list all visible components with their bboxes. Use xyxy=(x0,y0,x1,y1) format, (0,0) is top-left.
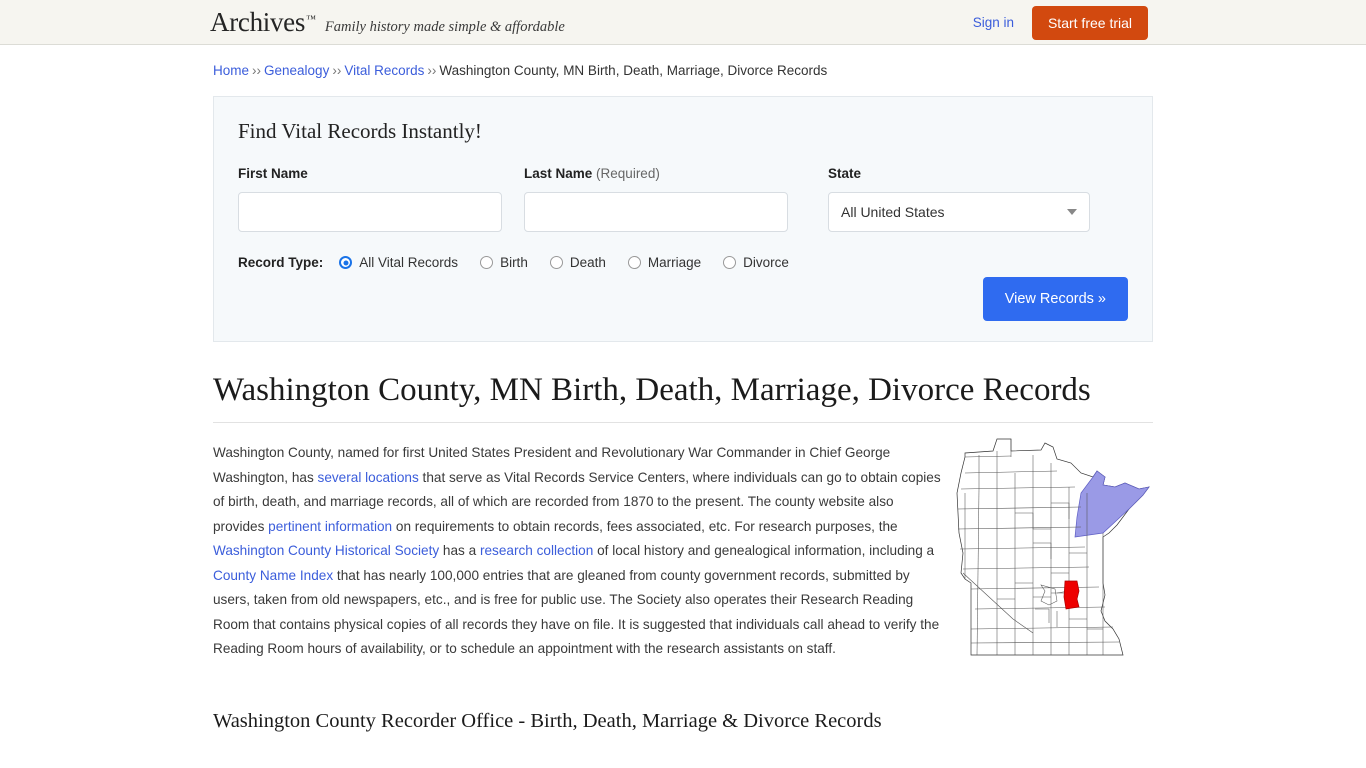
radio-icon-birth xyxy=(480,256,494,269)
record-type-label: Record Type: xyxy=(238,255,324,270)
radio-label-death: Death xyxy=(569,255,606,270)
article-body: Washington County, named for first Unite… xyxy=(213,438,1153,662)
recorder-office-section-title: Washington County Recorder Office - Birt… xyxy=(213,709,882,732)
first-name-input[interactable] xyxy=(238,192,502,232)
search-fields-row: First Name Last Name (Required) State Al… xyxy=(238,166,1128,232)
breadcrumb-separator: ›› xyxy=(252,63,262,78)
state-field-group: State All United States xyxy=(828,166,1090,232)
article-link-research-collection[interactable]: research collection xyxy=(480,543,593,558)
page-content: Home ›› Genealogy ›› Vital Records ›› Washingt… xyxy=(213,45,1153,768)
state-select[interactable]: All United States xyxy=(828,192,1090,232)
radio-death[interactable]: Death xyxy=(549,255,606,270)
radio-all-vital-records[interactable]: All Vital Records xyxy=(339,255,458,270)
article-link-pertinent-information[interactable]: pertinent information xyxy=(268,519,392,534)
last-name-required-note: (Required) xyxy=(596,166,660,181)
breadcrumb-separator: ›› xyxy=(427,63,437,78)
first-name-label: First Name xyxy=(238,166,308,181)
state-label: State xyxy=(828,166,862,181)
brand-name: Archives xyxy=(210,7,306,37)
breadcrumb-item-current: Washington County, MN Birth, Death, Marr… xyxy=(439,63,828,78)
radio-icon-marriage xyxy=(627,256,641,269)
radio-birth[interactable]: Birth xyxy=(480,255,528,270)
site-header: Archives ™ Family history made simple & a… xyxy=(0,0,1366,45)
breadcrumb: Home ›› Genealogy ›› Vital Records ›› Washingt… xyxy=(213,45,1153,80)
minnesota-county-map-image xyxy=(953,433,1153,665)
article-link-historical-society[interactable]: Washington County Historical Society xyxy=(213,543,439,558)
last-name-field-group: Last Name (Required) xyxy=(524,166,788,232)
radio-label-divorce: Divorce xyxy=(743,255,789,270)
breadcrumb-separator: ›› xyxy=(332,63,342,78)
first-name-field-group: First Name xyxy=(238,166,502,232)
view-records-button[interactable]: View Records » xyxy=(982,277,1128,321)
chevron-down-icon xyxy=(1067,209,1077,215)
breadcrumb-item-home[interactable]: Home xyxy=(213,63,249,78)
brand-tagline: Family history made simple & affordable xyxy=(324,19,565,35)
radio-icon-all-vital-records xyxy=(339,256,353,269)
radio-label-marriage: Marriage xyxy=(647,255,702,270)
trademark-icon: ™ xyxy=(306,14,316,25)
radio-label-all-vital-records: All Vital Records xyxy=(359,255,459,270)
last-name-label-text: Last Name xyxy=(524,166,593,181)
article-text-4: has a xyxy=(439,543,480,558)
search-panel-title: Find Vital Records Instantly! xyxy=(238,119,482,143)
article-text-5: of local history and genealogical inform… xyxy=(593,543,935,558)
article-paragraph: Washington County, named for first Unite… xyxy=(213,441,945,662)
last-name-label: Last Name (Required) xyxy=(524,166,788,181)
article-link-county-name-index[interactable]: County Name Index xyxy=(213,568,333,583)
breadcrumb-item-genealogy[interactable]: Genealogy xyxy=(264,63,329,78)
record-type-row: Record Type: All Vital Records Birth Dea… xyxy=(238,255,1128,270)
article-link-several-locations[interactable]: several locations xyxy=(318,470,419,485)
last-name-input[interactable] xyxy=(524,192,788,232)
radio-icon-death xyxy=(549,256,563,269)
start-free-trial-button[interactable]: Start free trial xyxy=(1031,5,1148,40)
article-text-3: on requirements to obtain records, fees … xyxy=(392,518,898,534)
header-actions: Sign in Start free trial xyxy=(973,0,1148,45)
radio-marriage[interactable]: Marriage xyxy=(627,255,702,270)
breadcrumb-item-vital-records[interactable]: Vital Records xyxy=(344,63,424,78)
site-logo[interactable]: Archives ™ Family history made simple & a… xyxy=(210,7,565,38)
sign-in-link[interactable]: Sign in xyxy=(973,15,1014,30)
page-title: Washington County, MN Birth, Death, Marr… xyxy=(213,370,1153,423)
vital-records-search-panel: Find Vital Records Instantly! First Name… xyxy=(213,96,1153,342)
radio-icon-divorce xyxy=(723,256,737,269)
state-select-value: All United States xyxy=(841,204,945,220)
radio-label-birth: Birth xyxy=(500,255,528,270)
radio-divorce[interactable]: Divorce xyxy=(723,255,789,270)
highlighted-county-washington xyxy=(1063,580,1080,610)
